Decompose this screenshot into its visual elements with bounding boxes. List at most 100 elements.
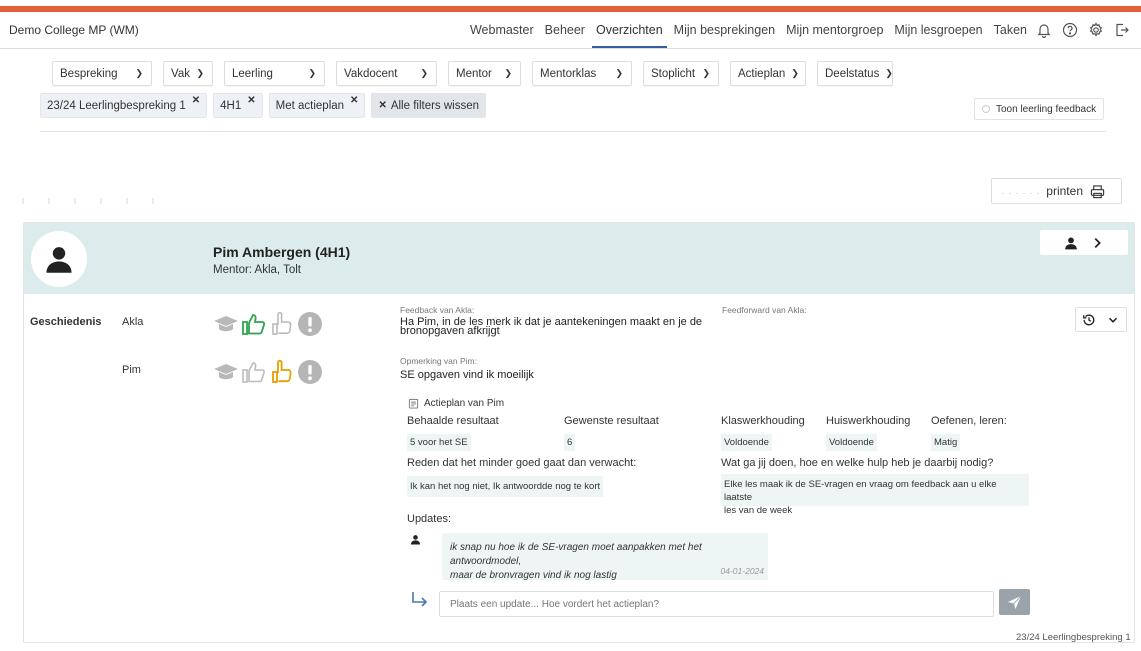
filter-label: Vak [171,67,190,80]
help-icon[interactable] [1057,12,1083,48]
filter-deelstatus[interactable]: Deelstatus ❯ [817,61,893,86]
warning-circle-icon[interactable] [297,311,323,337]
send-button[interactable] [999,589,1030,615]
achieved-header: Behaalde resultaat [407,415,499,427]
chevron-right-icon [1094,237,1101,248]
filter-stoplicht[interactable]: Stoplicht ❯ [643,61,719,86]
send-icon [1007,595,1022,609]
update-input[interactable] [439,591,994,617]
pointing-hand-icon[interactable] [269,311,295,337]
class-attitude-header: Klaswerkhouding [721,415,805,427]
update-date: 04-01-2024 [720,566,764,576]
remark-label: Opmerking van Pim: [400,356,477,366]
filter-bar: Bespreking ❯ Vak ❯ Leerling ❯ Vakdocent ❯ Me… [52,61,904,86]
thumbs-up-icon[interactable] [241,311,267,337]
clear-filters-button[interactable]: ✕ Alle filters wissen [371,93,487,118]
filter-label: Deelstatus [825,67,880,80]
feedforward-label: Feedforward van Akla: [722,305,807,315]
filter-vak[interactable]: Vak ❯ [163,61,213,86]
filter-bespreking[interactable]: Bespreking ❯ [52,61,152,86]
top-navbar: Demo College MP (WM) Webmaster Beheer Ov… [0,12,1141,49]
brand-title: Demo College MP (WM) [9,23,139,37]
divider [40,131,1106,132]
person-icon [46,247,72,273]
history-button[interactable] [1075,307,1127,332]
bespreking-tag: 23/24 Leerlingbespreking 1 [1016,632,1131,643]
clipboard-icon [408,398,419,409]
close-icon: ✕ [378,100,387,111]
action-plan-title-text: Actieplan van Pim [424,398,505,409]
filter-actieplan[interactable]: Actieplan ❯ [730,61,806,86]
update-text-line2: maar de bronvragen vind ik nog lastig [450,570,617,581]
student-rating-icons [213,359,325,385]
action-plan-title: Actieplan van Pim [408,398,504,409]
graduation-cap-icon[interactable] [213,311,239,337]
plan-text-line2: les van de week [724,505,793,516]
reason-label: Reden dat het minder goed gaat dan verwa… [407,457,637,469]
feedback-text-line2: bronopgaven afkrijgt [400,325,500,337]
settings-icon[interactable] [1083,12,1109,48]
remark-text: SE opgaven vind ik moeilijk [400,369,534,381]
plan-text-line1: Elke les maak ik de SE-vragen en vraag o… [724,479,997,503]
print-label: printen [1046,184,1083,198]
filter-vakdocent[interactable]: Vakdocent ❯ [336,61,437,86]
print-button[interactable]: . . . . . . printen [991,178,1122,204]
chevron-down-icon [1108,317,1118,323]
nav-beheer[interactable]: Beheer [541,12,589,48]
bell-icon[interactable] [1031,12,1057,48]
nav-overzichten[interactable]: Overzichten [591,12,667,48]
chip-label: 4H1 [220,99,242,112]
filter-label: Mentorklas [540,67,597,80]
filter-mentor[interactable]: Mentor ❯ [448,61,521,86]
chip-label: 23/24 Leerlingbespreking 1 [47,99,186,112]
student-row-name: Pim [122,364,141,376]
person-icon [410,535,421,545]
filter-chip: Met actieplan ✕ [268,93,366,118]
logout-icon[interactable] [1109,12,1135,48]
class-attitude-value: Voldoende [721,434,772,451]
filter-leerling[interactable]: Leerling ❯ [224,61,325,86]
printer-icon [1090,184,1105,198]
nav-mijn-lesgroepen[interactable]: Mijn lesgroepen [890,12,986,48]
chevron-down-icon: ❯ [196,68,204,78]
feedback-label: Feedback van Akla: [400,305,475,315]
remove-chip-icon[interactable]: ✕ [192,95,200,106]
graduation-cap-icon[interactable] [213,359,239,385]
student-card: Pim Ambergen (4H1) Mentor: Akla, Tolt Ge… [23,222,1135,643]
student-name: Pim Ambergen (4H1) [213,244,351,260]
remove-chip-icon[interactable]: ✕ [350,95,358,106]
nav-mijn-mentorgroep[interactable]: Mijn mentorgroep [782,12,887,48]
person-icon [1065,236,1077,249]
nav-taken[interactable]: Taken [990,12,1031,48]
filter-chip: 23/24 Leerlingbespreking 1 ✕ [40,93,208,118]
avatar [31,231,87,287]
reply-arrow-icon [410,590,430,613]
remove-chip-icon[interactable]: ✕ [247,95,255,106]
chip-label: Met actieplan [275,99,345,112]
chevron-down-icon: ❯ [615,68,623,78]
chevron-down-icon: ❯ [420,68,428,78]
teacher-name: Akla [122,316,144,328]
history-icon [1083,314,1095,325]
plan-label: Wat ga jij doen, hoe en welke hulp heb j… [721,457,994,469]
update-avatar [410,534,421,548]
reason-text: Ik kan het nog niet, Ik antwoordde nog t… [407,476,604,497]
teacher-rating-icons [213,311,325,337]
filter-chip: 4H1 ✕ [213,93,263,118]
warning-circle-icon[interactable] [297,359,323,385]
plan-text: Elke les maak ik de SE-vragen en vraag o… [721,474,1029,516]
filter-mentorklas[interactable]: Mentorklas ❯ [532,61,632,86]
pointing-hand-icon[interactable] [269,359,295,385]
student-card-header: Pim Ambergen (4H1) Mentor: Akla, Tolt [24,223,1134,294]
nav-mijn-besprekingen[interactable]: Mijn besprekingen [670,12,779,48]
filter-label: Mentor [456,67,492,80]
chevron-down-icon: ❯ [308,68,316,78]
faded-text [22,198,172,204]
show-feedback-toggle[interactable]: Toon leerling feedback [974,98,1104,120]
print-faded-text: . . . . . . [1001,186,1041,196]
filter-label: Leerling [232,67,273,80]
open-student-button[interactable] [1040,230,1128,255]
nav-webmaster[interactable]: Webmaster [466,12,538,48]
clear-filters-label: Alle filters wissen [390,99,480,112]
thumbs-up-icon[interactable] [241,359,267,385]
